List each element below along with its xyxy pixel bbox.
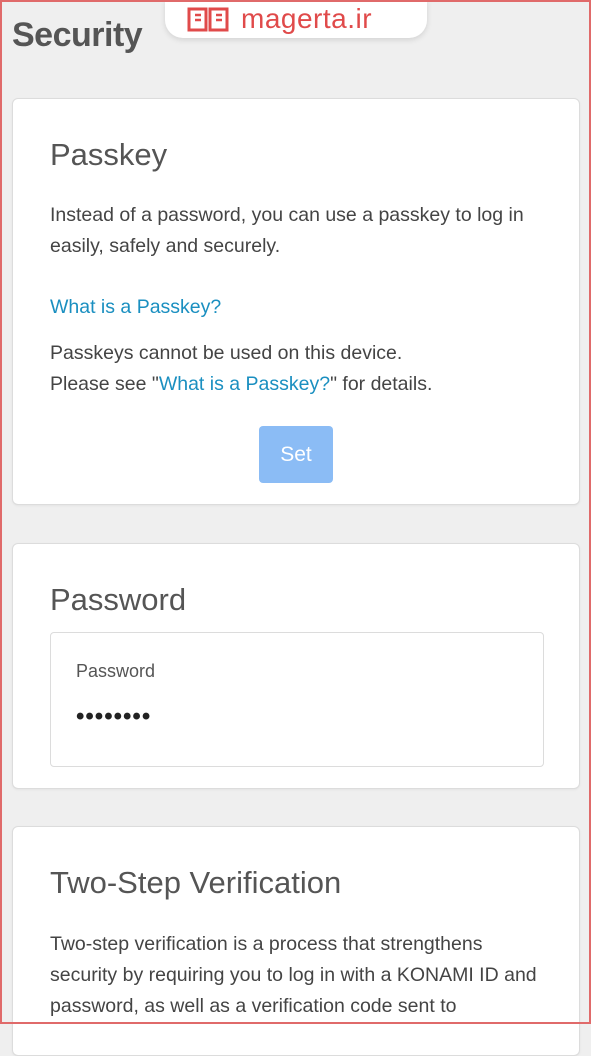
watermark-text: magerta.ir	[241, 3, 373, 34]
passkey-description: Instead of a password, you can use a pas…	[50, 204, 524, 257]
password-field[interactable]: Password ••••••••	[50, 632, 544, 767]
passkey-title: Passkey	[50, 137, 168, 172]
password-field-value: ••••••••	[76, 703, 152, 730]
passkey-card: Passkey Instead of a password, you can u…	[12, 98, 580, 505]
two-step-title: Two-Step Verification	[50, 865, 342, 900]
passkey-notice: Passkeys cannot be used on this device. …	[50, 338, 549, 400]
passkey-notice-line1: Passkeys cannot be used on this device.	[50, 342, 403, 364]
password-field-label: Password	[76, 661, 156, 681]
page-title: Security	[12, 16, 143, 54]
password-title: Password	[50, 582, 187, 617]
passkey-notice-prefix: Please see "	[50, 373, 159, 395]
two-step-description: Two-step verification is a process that …	[50, 933, 537, 1017]
notice-passkey-link[interactable]: What is a Passkey?	[159, 373, 330, 395]
set-passkey-button[interactable]: Set	[259, 426, 333, 483]
book-logo-icon	[187, 7, 229, 32]
what-is-passkey-link[interactable]: What is a Passkey?	[50, 292, 221, 323]
watermark: magerta.ir	[165, 0, 427, 38]
two-step-card: Two-Step Verification Two-step verificat…	[12, 826, 580, 1056]
passkey-notice-suffix: " for details.	[330, 373, 433, 395]
password-card: Password Password ••••••••	[12, 543, 580, 789]
